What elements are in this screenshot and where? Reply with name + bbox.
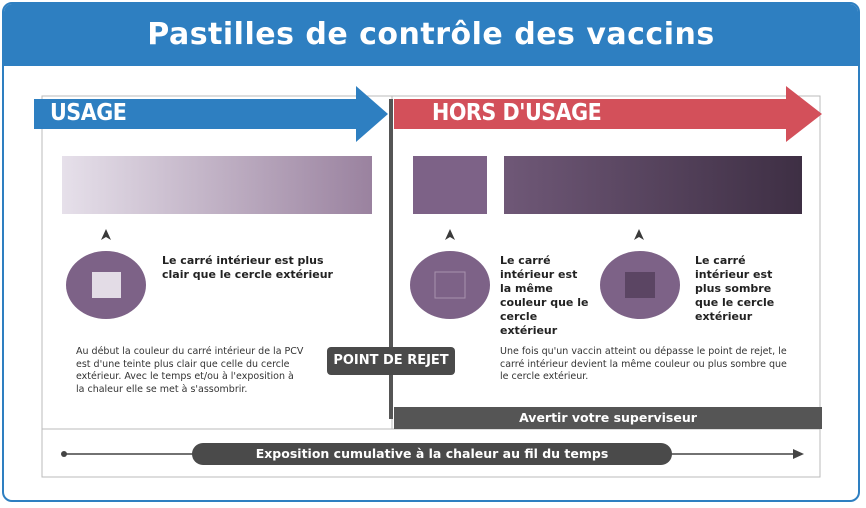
timeline-start-dot: [61, 451, 67, 457]
usage-label: USAGE: [50, 100, 127, 126]
usage-vvm-square: [92, 272, 121, 298]
vvm-infographic: Pastilles de contrôle des vaccins USAGE …: [2, 2, 860, 502]
timeline-label: Exposition cumulative à la chaleur au fi…: [192, 443, 672, 465]
dark-description: Le carré intérieur est plus sombre que l…: [695, 254, 775, 323]
discard-note: Une fois qu'un vaccin atteint ou dépasse…: [500, 346, 787, 382]
usage-note: Au début la couleur du carré intérieur d…: [76, 346, 304, 395]
reject-point-badge: POINT DE REJET: [327, 347, 455, 375]
usage-description: Le carré intérieur est plus clair que le…: [162, 254, 333, 281]
same-description: Le carré intérieur est la même couleur q…: [500, 254, 589, 337]
same-color-swatch: [413, 156, 487, 214]
discard-label: HORS D'USAGE: [432, 100, 602, 126]
supervisor-alert: Avertir votre superviseur: [394, 407, 822, 429]
discard-gradient-bar: [504, 156, 802, 214]
same-vvm-square: [434, 271, 466, 299]
dark-vvm-square: [625, 272, 655, 298]
usage-gradient-bar: [62, 156, 372, 214]
